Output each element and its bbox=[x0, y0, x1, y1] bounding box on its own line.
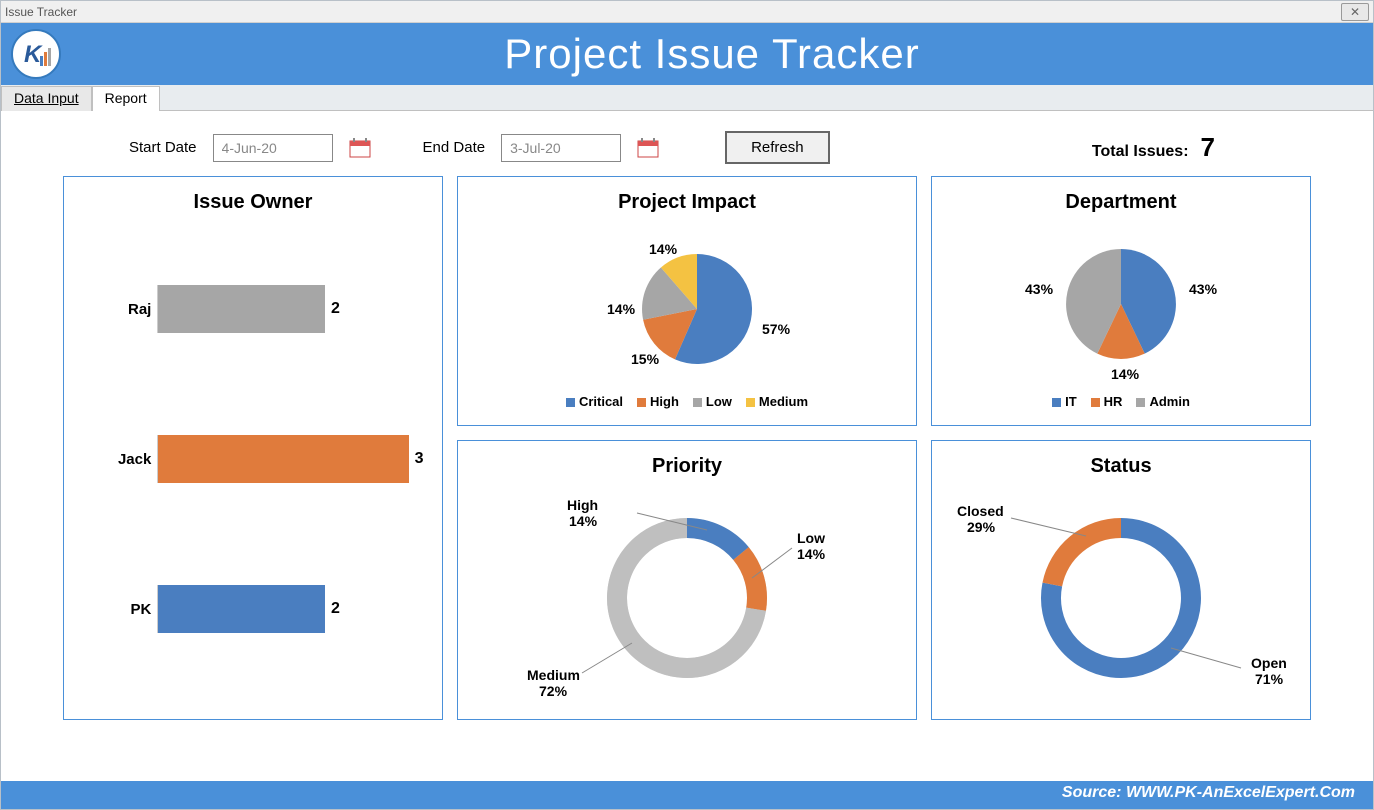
svg-text:43%: 43% bbox=[1189, 281, 1218, 297]
window-title: Issue Tracker bbox=[5, 5, 77, 19]
svg-text:71%: 71% bbox=[1255, 671, 1284, 687]
end-date-input[interactable] bbox=[501, 134, 621, 162]
bar-chart-owner: Raj 2 Jack 3 PK 2 bbox=[97, 224, 408, 684]
footer: Source: WWW.PK-AnExcelExpert.Com bbox=[1, 781, 1373, 809]
total-label: Total Issues: bbox=[1092, 143, 1189, 161]
svg-text:High: High bbox=[567, 497, 598, 513]
card-department: Department 43% 14% 43% IT HR Admin bbox=[931, 176, 1311, 426]
donut-status: Closed 29% Open 71% bbox=[941, 488, 1301, 708]
start-date-input[interactable] bbox=[213, 134, 333, 162]
start-date-label: Start Date bbox=[129, 139, 197, 156]
tabs: Data Input Report bbox=[1, 85, 1373, 111]
svg-text:Medium: Medium bbox=[527, 667, 580, 683]
pie-department: 43% 14% 43% bbox=[1011, 224, 1231, 384]
titlebar: Issue Tracker ✕ bbox=[1, 1, 1373, 23]
chart-grid: Project Impact 57% 15% 14% 14% Critical bbox=[19, 176, 1355, 720]
svg-text:14%: 14% bbox=[569, 513, 598, 529]
total-value: 7 bbox=[1201, 132, 1215, 163]
svg-text:72%: 72% bbox=[539, 683, 568, 699]
svg-text:14%: 14% bbox=[649, 241, 678, 257]
card-title: Priority bbox=[652, 455, 722, 478]
svg-text:57%: 57% bbox=[762, 321, 791, 337]
card-title: Issue Owner bbox=[194, 191, 313, 214]
content: Start Date End Date Refresh Total Issues… bbox=[1, 111, 1373, 783]
card-issue-owner: Issue Owner Raj 2 Jack 3 PK 2 bbox=[63, 176, 443, 720]
close-button[interactable]: ✕ bbox=[1341, 3, 1369, 21]
logo-icon: K bbox=[11, 29, 61, 79]
card-project-impact: Project Impact 57% 15% 14% 14% Critical bbox=[457, 176, 917, 426]
svg-text:Open: Open bbox=[1251, 655, 1287, 671]
svg-text:43%: 43% bbox=[1025, 281, 1054, 297]
calendar-icon[interactable] bbox=[637, 137, 659, 159]
tab-report[interactable]: Report bbox=[92, 86, 160, 111]
end-date-label: End Date bbox=[423, 139, 486, 156]
card-status: Status Closed 29% Open 71% bbox=[931, 440, 1311, 720]
svg-text:15%: 15% bbox=[631, 351, 660, 367]
legend-dept: IT HR Admin bbox=[1052, 394, 1190, 417]
svg-text:29%: 29% bbox=[967, 519, 996, 535]
page-title: Project Issue Tracker bbox=[61, 30, 1363, 78]
card-title: Status bbox=[1090, 455, 1151, 478]
legend-impact: Critical High Low Medium bbox=[566, 394, 808, 417]
pie-project-impact: 57% 15% 14% 14% bbox=[577, 224, 797, 384]
card-title: Project Impact bbox=[618, 191, 756, 214]
app-window: Issue Tracker ✕ K Project Issue Tracker … bbox=[0, 0, 1374, 810]
banner: K Project Issue Tracker bbox=[1, 23, 1373, 85]
svg-text:14%: 14% bbox=[797, 546, 826, 562]
donut-priority: High 14% Low 14% Medium 72% bbox=[507, 488, 867, 708]
filter-row: Start Date End Date Refresh Total Issues… bbox=[19, 119, 1355, 176]
svg-text:Low: Low bbox=[797, 530, 825, 546]
tab-data-input[interactable]: Data Input bbox=[1, 86, 92, 111]
refresh-button[interactable]: Refresh bbox=[725, 131, 830, 164]
svg-text:14%: 14% bbox=[1111, 366, 1140, 382]
svg-text:14%: 14% bbox=[607, 301, 636, 317]
card-title: Department bbox=[1065, 191, 1176, 214]
card-priority: Priority High 14% Low 14% Me bbox=[457, 440, 917, 720]
total-issues: Total Issues: 7 bbox=[1092, 132, 1215, 163]
calendar-icon[interactable] bbox=[349, 137, 371, 159]
svg-text:Closed: Closed bbox=[957, 503, 1004, 519]
